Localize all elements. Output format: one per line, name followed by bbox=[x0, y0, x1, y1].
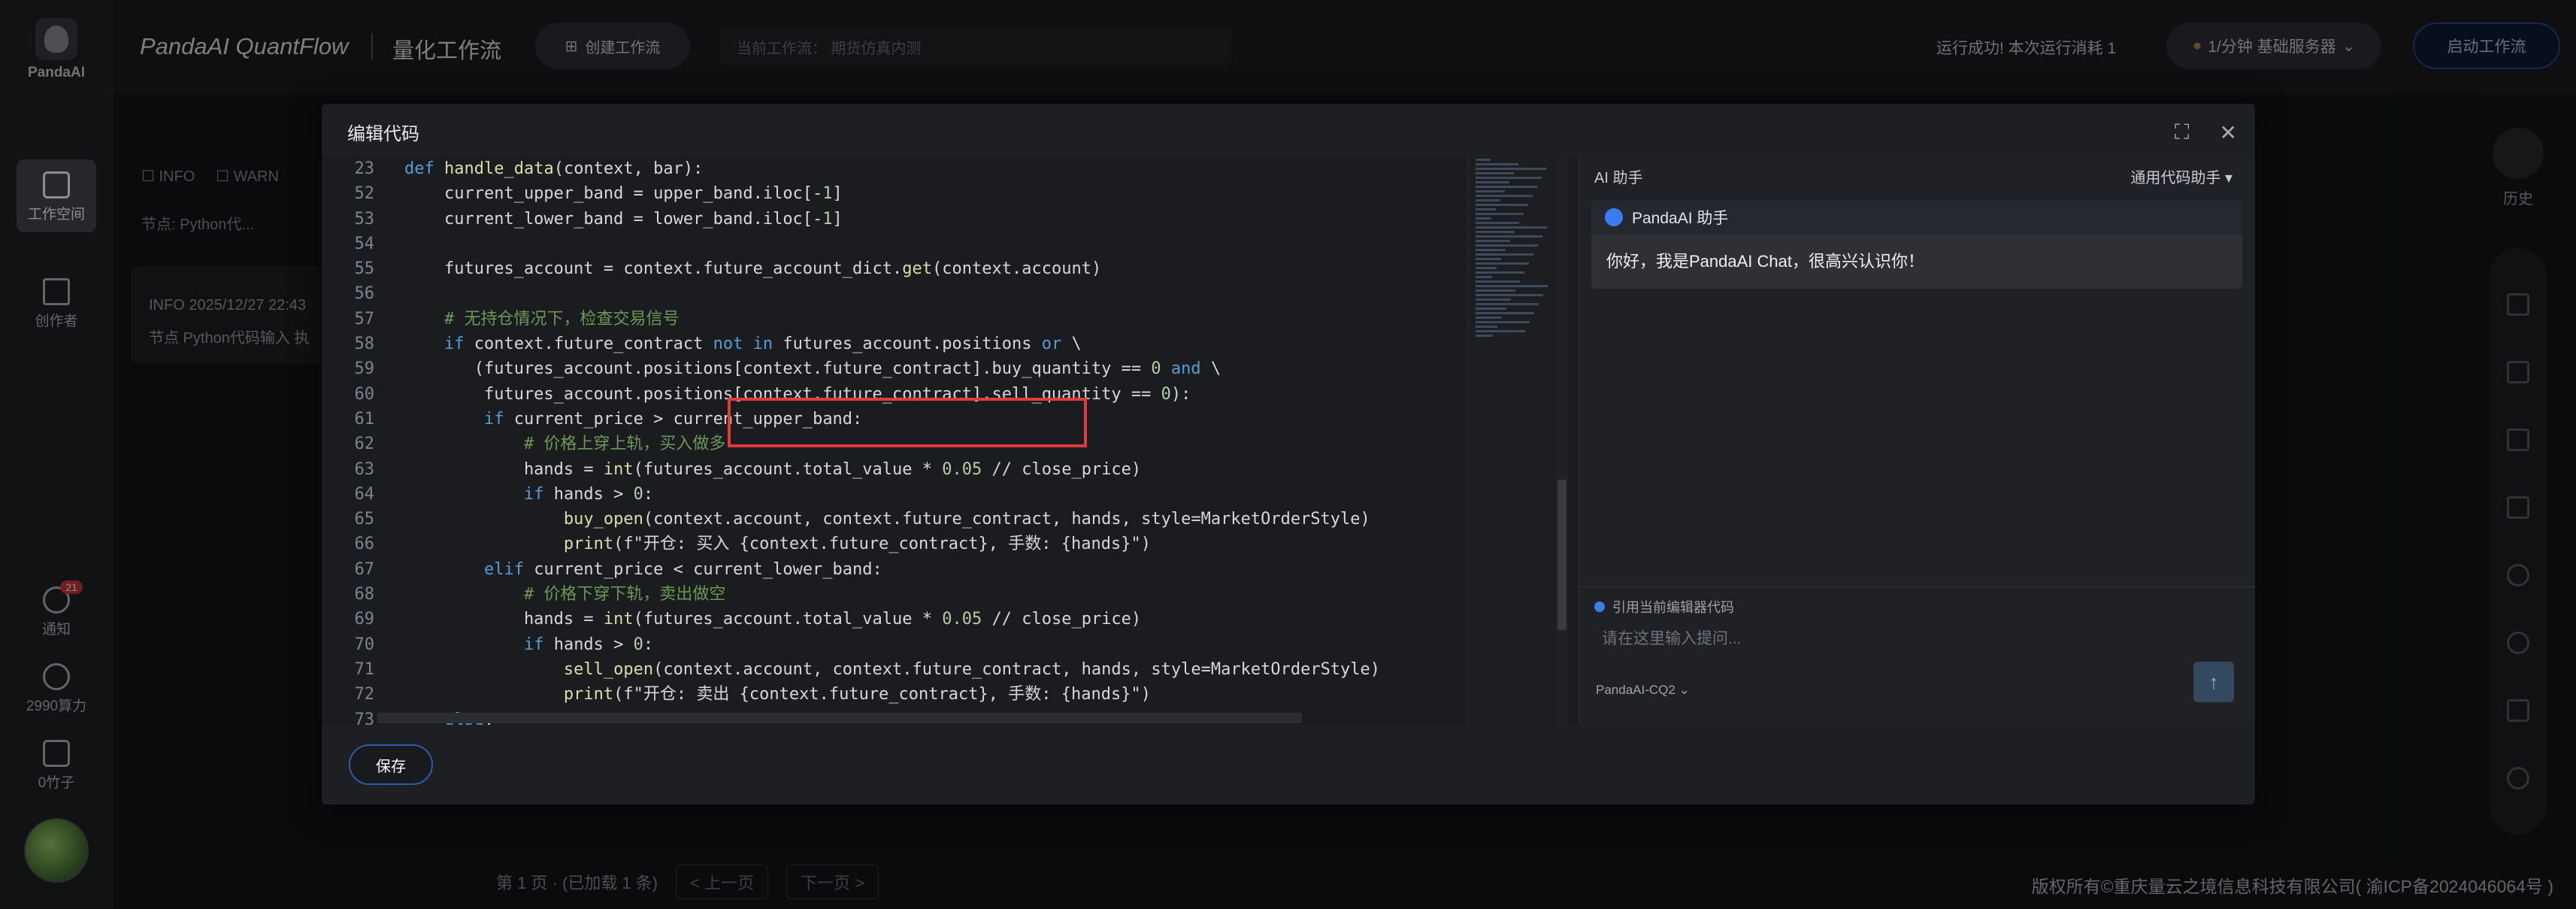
code-line[interactable]: 64 if hands > 0: bbox=[322, 482, 1464, 507]
toggle-dot-icon bbox=[1594, 601, 1605, 612]
edit-code-modal: 编辑代码 ⛶ ✕ 23 def handle_data(context, bar)… bbox=[322, 104, 2256, 804]
line-number: 56 bbox=[354, 284, 375, 304]
code-text: print(f"开仓: 卖出 {context.future_contract}… bbox=[563, 685, 1151, 704]
line-number: 66 bbox=[354, 535, 375, 554]
caret-down-icon: ▾ bbox=[2224, 170, 2232, 186]
code-line[interactable]: 55 futures_account = context.future_acco… bbox=[322, 256, 1464, 281]
code-text: if hands > 0: bbox=[523, 484, 654, 504]
line-number: 71 bbox=[354, 659, 375, 679]
code-text: print(f"开仓: 买入 {context.future_contract}… bbox=[563, 535, 1151, 554]
code-text: (futures_account.positions[context.futur… bbox=[404, 359, 1221, 379]
code-line[interactable]: 72 print(f"开仓: 卖出 {context.future_contra… bbox=[322, 682, 1464, 707]
line-number: 54 bbox=[354, 234, 375, 253]
line-number: 60 bbox=[354, 384, 375, 404]
send-button[interactable]: ↑ bbox=[2193, 662, 2234, 702]
scroll-thumb[interactable] bbox=[1557, 480, 1566, 630]
code-text: if hands > 0: bbox=[523, 635, 654, 654]
ai-panel-title: AI 助手 bbox=[1594, 170, 1643, 186]
code-line[interactable]: 57 # 无持仓情况下，检查交易信号 bbox=[322, 307, 1464, 332]
line-number: 57 bbox=[354, 309, 375, 329]
line-number: 63 bbox=[354, 459, 375, 479]
chat-message: PandaAI 助手 你好，我是PandaAI Chat，很高兴认识你！ bbox=[1591, 200, 2242, 289]
line-number: 72 bbox=[354, 685, 375, 704]
code-minimap[interactable] bbox=[1467, 156, 1566, 725]
annotation-box bbox=[728, 398, 1087, 447]
code-text: if context.future_contract not in future… bbox=[443, 335, 1082, 354]
bot-name: PandaAI 助手 bbox=[1632, 210, 1729, 227]
vertical-scrollbar[interactable] bbox=[1556, 156, 1568, 725]
code-line[interactable]: 67 elif current_price < current_lower_ba… bbox=[322, 557, 1464, 582]
code-line[interactable]: 71 sell_open(context.account, context.fu… bbox=[322, 657, 1464, 682]
line-number: 69 bbox=[354, 610, 375, 629]
line-number: 52 bbox=[354, 184, 375, 204]
line-number: 73 bbox=[354, 710, 375, 725]
chat-text: 你好，我是PandaAI Chat，很高兴认识你！ bbox=[1606, 252, 1924, 271]
line-number: 23 bbox=[354, 159, 375, 178]
code-line[interactable]: 54 bbox=[322, 232, 1464, 256]
code-line[interactable]: 53 current_lower_band = lower_band.iloc[… bbox=[322, 207, 1464, 232]
line-number: 61 bbox=[354, 409, 375, 429]
line-number: 58 bbox=[354, 335, 375, 354]
bot-icon bbox=[1605, 208, 1623, 226]
line-number: 70 bbox=[354, 635, 375, 654]
code-line[interactable]: 66 print(f"开仓: 买入 {context.future_contra… bbox=[322, 532, 1464, 556]
line-number: 68 bbox=[354, 585, 375, 604]
model-select[interactable]: PandaAI-CQ2 ⌄ bbox=[1596, 683, 1690, 698]
code-text: hands = int(futures_account.total_value … bbox=[404, 459, 1142, 479]
close-icon[interactable]: ✕ bbox=[2220, 120, 2237, 145]
ref-code-label: 引用当前编辑器代码 bbox=[1612, 600, 1734, 615]
code-text: sell_open(context.account, context.futur… bbox=[563, 659, 1381, 679]
assistant-select-label: 通用代码助手 bbox=[2130, 170, 2221, 186]
line-number: 65 bbox=[354, 510, 375, 529]
code-line[interactable]: 68 # 价格下穿下轨，卖出做空 bbox=[322, 582, 1464, 607]
code-text: futures_account = context.future_account… bbox=[404, 259, 1102, 279]
code-text: def handle_data(context, bar): bbox=[404, 159, 704, 178]
code-text: buy_open(context.account, context.future… bbox=[563, 510, 1370, 529]
code-text: # 价格下穿下轨，卖出做空 bbox=[404, 585, 726, 604]
code-text: elif current_price < current_lower_band: bbox=[483, 559, 882, 579]
code-text: current_lower_band = lower_band.iloc[-1] bbox=[404, 209, 843, 229]
fullscreen-icon[interactable]: ⛶ bbox=[2175, 120, 2190, 145]
model-label: PandaAI-CQ2 bbox=[1596, 683, 1675, 697]
code-line[interactable]: 52 current_upper_band = upper_band.iloc[… bbox=[322, 181, 1464, 206]
save-button[interactable]: 保存 bbox=[349, 744, 433, 785]
line-number: 64 bbox=[354, 484, 375, 504]
code-line[interactable]: 70 if hands > 0: bbox=[322, 632, 1464, 657]
line-number: 53 bbox=[354, 209, 375, 229]
assistant-select[interactable]: 通用代码助手 ▾ bbox=[2130, 165, 2232, 187]
code-line[interactable]: 58 if context.future_contract not in fut… bbox=[322, 332, 1464, 356]
ref-code-toggle[interactable]: 引用当前编辑器代码 bbox=[1594, 597, 1734, 617]
code-line[interactable]: 56 bbox=[322, 281, 1464, 306]
code-line[interactable]: 59 (futures_account.positions[context.fu… bbox=[322, 356, 1464, 381]
line-number: 67 bbox=[354, 559, 375, 579]
line-number: 62 bbox=[354, 435, 375, 454]
line-number: 59 bbox=[354, 359, 375, 379]
code-text: current_upper_band = upper_band.iloc[-1] bbox=[404, 184, 843, 204]
arrow-up-icon: ↑ bbox=[2208, 670, 2219, 693]
horizontal-scrollbar[interactable] bbox=[377, 713, 1302, 723]
line-number: 55 bbox=[354, 259, 375, 279]
code-text: # 无持仓情况下，检查交易信号 bbox=[404, 309, 680, 329]
question-input[interactable] bbox=[1602, 624, 2218, 654]
modal-title: 编辑代码 bbox=[347, 124, 419, 144]
code-line[interactable]: 23 def handle_data(context, bar): bbox=[322, 156, 1464, 181]
code-line[interactable]: 63 hands = int(futures_account.total_val… bbox=[322, 457, 1464, 482]
code-text: # 价格上穿上轨，买入做多 bbox=[404, 435, 726, 454]
code-text: hands = int(futures_account.total_value … bbox=[404, 610, 1142, 629]
ai-assistant-panel: AI 助手 通用代码助手 ▾ PandaAI 助手 你好，我是PandaAI C… bbox=[1579, 156, 2256, 725]
divider bbox=[1579, 586, 2256, 587]
code-line[interactable]: 69 hands = int(futures_account.total_val… bbox=[322, 607, 1464, 632]
code-line[interactable]: 65 buy_open(context.account, context.fut… bbox=[322, 507, 1464, 532]
